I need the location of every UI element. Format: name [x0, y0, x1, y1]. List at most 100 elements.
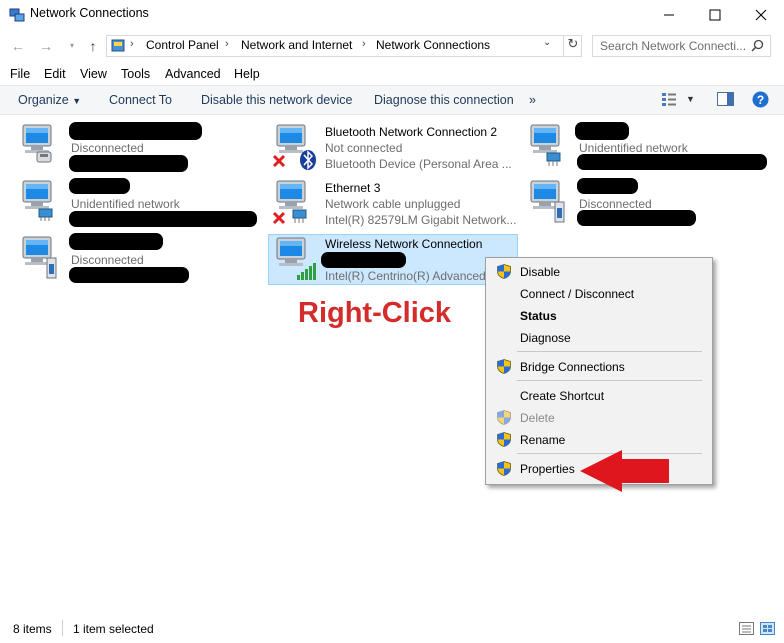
- network-connections-icon: [9, 8, 25, 22]
- menu-view[interactable]: View: [80, 67, 107, 81]
- status-divider: [62, 620, 63, 636]
- breadcrumb-separator-icon: ›: [130, 38, 134, 50]
- context-diagnose[interactable]: Diagnose: [520, 331, 571, 345]
- refresh-button[interactable]: ↻: [563, 36, 582, 56]
- breadcrumb-separator-icon: ›: [362, 38, 366, 50]
- item-count: 8 items: [13, 622, 52, 636]
- up-arrow-icon: ↑: [89, 38, 97, 54]
- connection-device: Intel(R) Centrino(R) Advanced-: [325, 269, 490, 283]
- search-placeholder: Search Network Connecti...: [600, 39, 747, 53]
- network-adapter-icon: [22, 124, 52, 163]
- maximize-button[interactable]: [692, 0, 738, 30]
- redacted-connection-name: [577, 178, 638, 194]
- menu-help[interactable]: Help: [234, 67, 260, 81]
- menu-advanced[interactable]: Advanced: [165, 67, 221, 81]
- connection-status: Disconnected: [71, 141, 144, 155]
- search-icon: [751, 39, 764, 52]
- context-create-shortcut[interactable]: Create Shortcut: [520, 389, 604, 403]
- refresh-icon: ↻: [567, 36, 579, 51]
- context-properties[interactable]: Properties: [520, 462, 575, 476]
- context-connect-disconnect[interactable]: Connect / Disconnect: [520, 287, 634, 301]
- connect-to-button[interactable]: Connect To: [109, 93, 172, 107]
- redacted-connection-name: [575, 122, 629, 140]
- back-arrow-icon: ←: [11, 38, 25, 54]
- network-adapter-icon: [22, 236, 57, 279]
- more-commands-button[interactable]: »: [529, 93, 536, 107]
- connection-status: Disconnected: [71, 253, 144, 267]
- uac-shield-icon: [497, 461, 511, 476]
- redacted-device-name: [69, 155, 188, 172]
- svg-text:?: ?: [757, 93, 764, 107]
- uac-shield-icon: [497, 359, 511, 374]
- breadcrumb-control-panel[interactable]: Control Panel: [146, 38, 219, 52]
- redacted-connection-name: [69, 122, 202, 140]
- organize-button[interactable]: Organize ▼: [18, 93, 81, 107]
- view-options-icon[interactable]: [661, 92, 677, 106]
- uac-shield-icon: [497, 264, 511, 279]
- chevron-down-icon: ▼: [686, 94, 695, 104]
- network-adapter-icon: [530, 180, 565, 223]
- wireless-adapter-icon: [276, 237, 316, 280]
- network-adapter-icon: [22, 180, 53, 221]
- redacted-device-name: [69, 211, 257, 227]
- breadcrumb-network-connections[interactable]: Network Connections: [376, 38, 490, 52]
- ethernet-adapter-icon: [272, 180, 307, 225]
- connection-status: Unidentified network: [579, 141, 688, 155]
- connection-device: Intel(R) 82579LM Gigabit Network...: [325, 213, 517, 227]
- preview-pane-icon[interactable]: [717, 92, 734, 106]
- organize-label: Organize: [18, 93, 69, 107]
- close-icon: [755, 9, 767, 21]
- context-rename[interactable]: Rename: [520, 433, 565, 447]
- menu-file[interactable]: File: [10, 67, 30, 81]
- right-click-annotation: Right-Click: [298, 297, 452, 329]
- disable-device-button[interactable]: Disable this network device: [201, 93, 352, 107]
- redacted-device-name: [69, 267, 189, 283]
- large-icons-view-icon[interactable]: [760, 622, 775, 635]
- connection-status: Network cable unplugged: [325, 197, 461, 211]
- menu-separator: [517, 351, 702, 352]
- address-dropdown-button[interactable]: ⌄: [543, 37, 551, 48]
- bluetooth-adapter-icon: [272, 124, 316, 170]
- maximize-icon: [709, 9, 721, 21]
- context-delete: Delete: [520, 411, 555, 425]
- context-disable[interactable]: Disable: [520, 265, 560, 279]
- recent-locations-button[interactable]: ▾: [64, 38, 80, 54]
- forward-arrow-icon: →: [39, 38, 53, 54]
- control-panel-icon: [111, 39, 125, 52]
- window-title: Network Connections: [30, 6, 149, 20]
- minimize-icon: [664, 14, 674, 16]
- breadcrumb-separator-icon: ›: [225, 38, 229, 50]
- menu-tools[interactable]: Tools: [121, 67, 150, 81]
- redacted-connection-name: [69, 233, 163, 250]
- connection-device: Bluetooth Device (Personal Area ...: [325, 157, 512, 171]
- back-button[interactable]: ←: [10, 38, 26, 54]
- connection-name: Ethernet 3: [325, 181, 381, 195]
- uac-shield-icon: [497, 410, 511, 425]
- uac-shield-icon: [497, 432, 511, 447]
- help-icon[interactable]: ?: [752, 91, 769, 108]
- connection-status: Unidentified network: [71, 197, 180, 211]
- menu-separator: [517, 380, 702, 381]
- connection-name: Wireless Network Connection: [325, 237, 483, 251]
- chevron-down-icon: ▼: [72, 96, 82, 106]
- selection-count: 1 item selected: [73, 622, 154, 636]
- diagnose-button[interactable]: Diagnose this connection: [374, 93, 514, 107]
- forward-button[interactable]: →: [38, 38, 54, 54]
- redacted-connection-name: [69, 178, 130, 194]
- close-button[interactable]: [738, 0, 784, 30]
- connection-status: Disconnected: [579, 197, 652, 211]
- minimize-button[interactable]: [646, 0, 692, 30]
- connection-status: Not connected: [325, 141, 403, 155]
- red-arrow-annotation: [580, 450, 669, 492]
- view-dropdown-button[interactable]: ▼: [686, 94, 695, 104]
- breadcrumb-network-internet[interactable]: Network and Internet: [241, 38, 352, 52]
- details-view-icon[interactable]: [739, 622, 754, 635]
- chevron-down-icon: ⌄: [543, 37, 552, 48]
- context-bridge-connections[interactable]: Bridge Connections: [520, 360, 625, 374]
- menu-edit[interactable]: Edit: [44, 67, 66, 81]
- up-button[interactable]: ↑: [85, 38, 101, 54]
- redacted-connection-status: [321, 252, 406, 268]
- connection-name: Bluetooth Network Connection 2: [325, 125, 498, 139]
- context-status[interactable]: Status: [520, 309, 557, 323]
- redacted-device-name: [577, 154, 767, 170]
